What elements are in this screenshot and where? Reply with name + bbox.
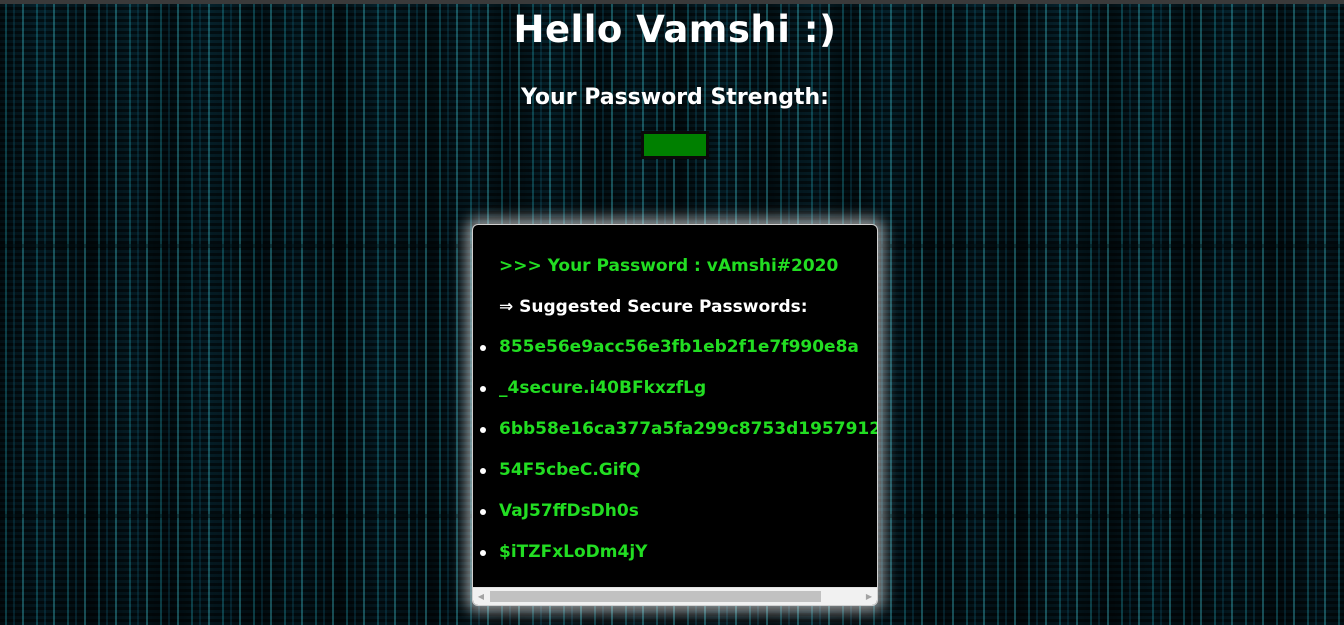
strength-meter <box>641 131 709 159</box>
bullet-icon <box>480 509 486 515</box>
list-item: _4secure.i40BFkxzfLg <box>473 368 877 409</box>
bullet-icon <box>480 345 486 351</box>
strength-label: Your Password Strength: <box>521 85 829 110</box>
bullet-icon <box>480 550 486 556</box>
chevron-left-icon[interactable]: ◀ <box>473 588 489 605</box>
bullet-icon <box>480 468 486 474</box>
list-item: 54F5cbeC.GifQ <box>473 450 877 491</box>
strength-meter-fill <box>644 134 706 156</box>
suggested-password: VaJ57ffDsDh0s <box>499 501 639 521</box>
suggested-password: 54F5cbeC.GifQ <box>499 460 641 480</box>
suggested-passwords-list: 855e56e9acc56e3fb1eb2f1e7f990e8a _4secur… <box>473 327 877 573</box>
bullet-icon <box>480 427 486 433</box>
suggested-password: 855e56e9acc56e3fb1eb2f1e7f990e8a <box>499 337 859 357</box>
list-item: 6bb58e16ca377a5fa299c8753d19579120e1 <box>473 409 877 450</box>
bullet-icon <box>480 386 486 392</box>
horizontal-scrollbar[interactable]: ◀ ▶ <box>473 587 877 605</box>
password-panel: >>> Your Password : vAmshi#2020 ⇒ Sugges… <box>472 224 878 606</box>
suggested-password: $iTZFxLoDm4jY <box>499 542 648 562</box>
chevron-right-icon[interactable]: ▶ <box>861 588 877 605</box>
greeting-heading: Hello Vamshi :) <box>513 8 837 51</box>
list-item: $iTZFxLoDm4jY <box>473 532 877 573</box>
your-password-line: >>> Your Password : vAmshi#2020 <box>499 256 839 276</box>
scrollbar-thumb[interactable] <box>490 591 821 602</box>
list-item: 855e56e9acc56e3fb1eb2f1e7f990e8a <box>473 327 877 368</box>
list-item: VaJ57ffDsDh0s <box>473 491 877 532</box>
password-panel-content[interactable]: >>> Your Password : vAmshi#2020 ⇒ Sugges… <box>473 225 877 587</box>
top-bar <box>0 0 1344 4</box>
suggested-passwords-heading: ⇒ Suggested Secure Passwords: <box>499 297 808 317</box>
suggested-password: 6bb58e16ca377a5fa299c8753d19579120e1 <box>499 419 877 439</box>
suggested-password: _4secure.i40BFkxzfLg <box>499 378 707 398</box>
